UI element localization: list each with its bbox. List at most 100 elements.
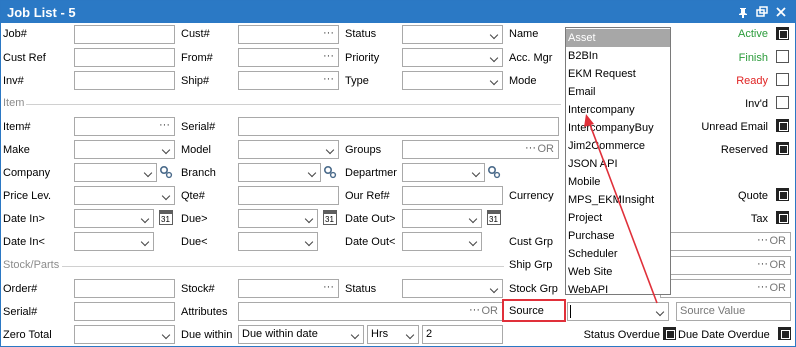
source-option[interactable]: Intercompany <box>566 101 670 119</box>
stock-serial-input[interactable] <box>74 302 175 321</box>
order-number-label: Order# <box>3 283 38 295</box>
source-option[interactable]: Email <box>566 83 670 101</box>
our-ref-label: Our Ref# <box>345 190 390 202</box>
date-in-before-select[interactable] <box>74 232 154 251</box>
stock-grp-input[interactable]: ··· OR <box>660 279 791 298</box>
source-option[interactable]: EKM Request <box>566 65 670 83</box>
item-number-input[interactable]: ··· <box>74 117 175 136</box>
company-select[interactable] <box>74 163 157 182</box>
source-value-input[interactable]: Source Value <box>676 302 791 321</box>
groups-lookup-button[interactable]: ··· <box>525 142 536 154</box>
due-date-overdue-checkbox[interactable] <box>778 327 791 340</box>
quote-number-input[interactable] <box>238 186 339 205</box>
source-option[interactable]: B2BIn <box>566 47 670 65</box>
stock-lookup-button[interactable]: ··· <box>323 281 334 293</box>
source-option[interactable]: Mobile <box>566 173 670 191</box>
due-before-select[interactable] <box>238 232 318 251</box>
date-out-after-select[interactable] <box>402 209 482 228</box>
source-option[interactable]: MPS_EKMInsight <box>566 191 670 209</box>
stock-number-input[interactable]: ··· <box>238 279 339 298</box>
make-select[interactable] <box>74 140 175 159</box>
source-option[interactable]: Project <box>566 209 670 227</box>
groups-input[interactable]: ··· OR <box>402 140 559 159</box>
stock-grp-lookup-button[interactable]: ··· <box>757 281 768 293</box>
window-title: Job List - 5 <box>7 5 76 20</box>
order-number-input[interactable] <box>74 279 175 298</box>
date-in-after-select[interactable] <box>74 209 154 228</box>
ship-grp-lookup-button[interactable]: ··· <box>757 258 768 270</box>
unread-email-checkbox[interactable] <box>776 119 789 132</box>
inv-number-label: Inv# <box>3 75 24 87</box>
ship-lookup-button[interactable]: ··· <box>323 73 334 85</box>
inv-number-input[interactable] <box>74 71 175 90</box>
our-ref-input[interactable] <box>402 186 503 205</box>
cust-number-input[interactable]: ··· <box>238 25 339 44</box>
model-select[interactable] <box>238 140 339 159</box>
serial-input[interactable] <box>238 117 559 136</box>
ship-number-input[interactable]: ··· <box>238 71 339 90</box>
source-option[interactable]: IntercompanyBuy <box>566 119 670 137</box>
from-lookup-button[interactable]: ··· <box>323 50 334 62</box>
ship-grp-input[interactable]: ··· OR <box>660 256 791 275</box>
price-level-select[interactable] <box>74 186 175 205</box>
pin-icon[interactable] <box>736 5 750 19</box>
source-option[interactable]: Jim2Commerce <box>566 137 670 155</box>
serial-label: Serial# <box>181 121 216 133</box>
priority-select[interactable] <box>402 48 503 67</box>
invoiced-checkbox[interactable] <box>776 96 789 109</box>
stock-section-divider <box>62 266 504 267</box>
ready-checkbox[interactable] <box>776 73 789 86</box>
zero-total-select[interactable] <box>74 325 175 344</box>
cust-grp-or-toggle[interactable]: OR <box>770 235 787 247</box>
model-label: Model <box>181 144 211 156</box>
gear-icon[interactable] <box>487 165 501 179</box>
calendar-icon[interactable]: 31 <box>323 210 337 225</box>
attributes-lookup-button[interactable]: ··· <box>469 304 480 316</box>
cust-grp-lookup-button[interactable]: ··· <box>757 234 768 246</box>
source-option[interactable]: Web Site <box>566 263 670 281</box>
stock-number-label: Stock# <box>181 283 215 295</box>
reserved-checkbox[interactable] <box>776 142 789 155</box>
quote-checkbox[interactable] <box>776 188 789 201</box>
item-lookup-button[interactable]: ··· <box>159 119 170 131</box>
source-option[interactable]: JSON API <box>566 155 670 173</box>
source-option[interactable]: Purchase <box>566 227 670 245</box>
gear-icon[interactable] <box>159 165 173 179</box>
job-number-input[interactable] <box>74 25 175 44</box>
hrs-select[interactable]: Hrs <box>367 325 419 344</box>
close-icon[interactable] <box>774 5 788 19</box>
price-level-label: Price Lev. <box>3 190 52 202</box>
source-option[interactable]: Asset <box>566 29 670 47</box>
due-within-select[interactable]: Due within date <box>238 325 364 344</box>
calendar-icon[interactable]: 31 <box>487 210 501 225</box>
status-overdue-checkbox[interactable] <box>663 327 676 340</box>
attributes-or-toggle[interactable]: OR <box>482 305 499 317</box>
source-option[interactable]: Scheduler <box>566 245 670 263</box>
department-select[interactable] <box>402 163 485 182</box>
stock-status-select[interactable] <box>402 279 503 298</box>
from-number-input[interactable]: ··· <box>238 48 339 67</box>
stock-grp-or-toggle[interactable]: OR <box>770 282 787 294</box>
finish-checkbox[interactable] <box>776 50 789 63</box>
groups-or-toggle[interactable]: OR <box>538 143 555 155</box>
cust-ref-input[interactable] <box>74 48 175 67</box>
calendar-icon[interactable]: 31 <box>159 210 173 225</box>
type-select[interactable] <box>402 71 503 90</box>
due-after-select[interactable] <box>238 209 318 228</box>
source-option[interactable]: WebAPI <box>566 281 670 299</box>
type-label: Type <box>345 75 369 87</box>
tax-checkbox[interactable] <box>776 211 789 224</box>
quote-number-label: Qte# <box>181 190 205 202</box>
restore-icon[interactable] <box>755 5 769 19</box>
ship-grp-or-toggle[interactable]: OR <box>770 259 787 271</box>
cust-grp-input[interactable]: ··· OR <box>660 232 791 251</box>
date-out-before-select[interactable] <box>402 232 482 251</box>
active-checkbox[interactable] <box>776 27 789 40</box>
cust-lookup-button[interactable]: ··· <box>323 27 334 39</box>
gear-icon[interactable] <box>323 165 337 179</box>
branch-select[interactable] <box>238 163 321 182</box>
attributes-input[interactable]: ··· OR <box>238 302 503 321</box>
status-select[interactable] <box>402 25 503 44</box>
due-within-number-input[interactable]: 2 <box>422 325 503 344</box>
source-select[interactable] <box>567 302 669 321</box>
